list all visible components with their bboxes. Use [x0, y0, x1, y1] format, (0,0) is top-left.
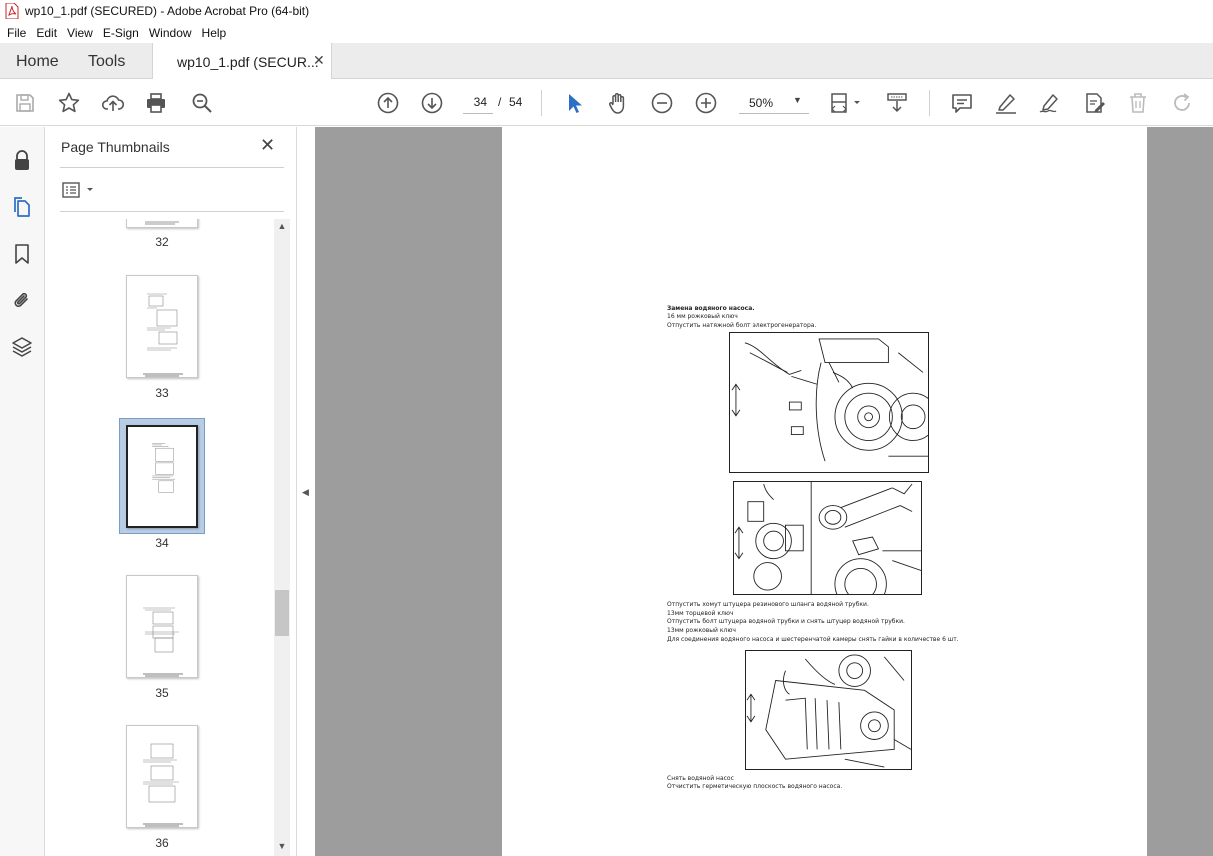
figure-water-pump-nuts — [745, 650, 912, 770]
page-number-input[interactable]: 34 — [463, 90, 493, 114]
tab-bar: Home Tools wp10_1.pdf (SECUR... ✕ — [0, 43, 1213, 79]
lock-icon[interactable] — [11, 149, 33, 171]
thumbnail-label: 34 — [155, 536, 169, 550]
sign-pen-icon[interactable] — [1038, 91, 1062, 115]
pdf-file-icon — [5, 3, 19, 19]
doc-text-line: Отпустить болт штуцера водяной трубки и … — [667, 618, 905, 625]
layers-icon[interactable] — [11, 336, 33, 358]
page-separator: / — [498, 95, 502, 109]
edit-document-icon[interactable] — [1082, 91, 1106, 115]
rotate-redo-icon[interactable] — [1170, 91, 1194, 115]
scrollbar-thumb[interactable] — [275, 590, 289, 636]
upload-cloud-icon[interactable] — [101, 91, 125, 115]
panel-splitter[interactable]: ◀ — [296, 127, 315, 856]
toolbar-divider — [541, 90, 542, 116]
page-fit-icon[interactable] — [829, 91, 863, 115]
delete-trash-icon[interactable] — [1126, 91, 1150, 115]
menu-window[interactable]: Window — [144, 26, 197, 40]
thumbnail-page-32[interactable] — [126, 219, 198, 228]
title-bar: wp10_1.pdf (SECURED) - Adobe Acrobat Pro… — [0, 0, 1213, 22]
menu-help[interactable]: Help — [197, 26, 232, 40]
attachment-icon[interactable] — [11, 289, 33, 311]
scroll-up-icon[interactable]: ▲ — [275, 221, 289, 235]
highlight-pen-icon[interactable] — [994, 91, 1018, 115]
star-icon[interactable] — [57, 91, 81, 115]
menu-bar: File Edit View E-Sign Window Help — [0, 22, 1213, 43]
panel-title: Page Thumbnails — [61, 139, 170, 155]
thumbnail-options-icon[interactable] — [62, 181, 96, 199]
menu-view[interactable]: View — [62, 26, 98, 40]
doc-text-line: 13мм торцевой ключ — [667, 610, 734, 617]
thumbnail-label: 36 — [155, 836, 169, 850]
menu-file[interactable]: File — [2, 26, 31, 40]
comment-icon[interactable] — [950, 91, 974, 115]
divider — [60, 167, 284, 168]
toolbar-divider — [929, 90, 930, 116]
doc-heading: Замена водяного насоса. — [667, 305, 755, 312]
zoom-out-icon[interactable] — [650, 91, 674, 115]
save-icon[interactable] — [13, 91, 37, 115]
bookmark-icon[interactable] — [11, 243, 33, 265]
menu-edit[interactable]: Edit — [31, 26, 62, 40]
zoom-dropdown[interactable]: 50% ▼ — [739, 90, 809, 114]
collapse-panel-icon[interactable]: ◀ — [302, 487, 309, 498]
chevron-down-icon: ▼ — [793, 95, 802, 105]
tab-tools[interactable]: Tools — [88, 53, 125, 71]
window-title: wp10_1.pdf (SECURED) - Adobe Acrobat Pro… — [25, 4, 310, 18]
thumbnail-label: 32 — [155, 235, 169, 249]
thumbnail-scrollbar[interactable] — [274, 219, 290, 856]
doc-text-line: 16 мм рожковый ключ — [667, 313, 738, 320]
close-panel-icon[interactable]: ✕ — [260, 135, 275, 156]
previous-page-icon[interactable] — [376, 91, 400, 115]
close-tab-icon[interactable]: ✕ — [313, 52, 325, 69]
thumbnail-list: 32 33 34 35 36 — [46, 219, 274, 856]
tab-home[interactable]: Home — [16, 53, 59, 71]
zoom-in-icon[interactable] — [694, 91, 718, 115]
toolbar: 34 / 54 50% ▼ — [0, 80, 1213, 126]
scrolling-mode-icon[interactable] — [885, 91, 909, 115]
page-thumbnails-icon[interactable] — [11, 196, 33, 218]
thumbnail-page-33[interactable] — [126, 275, 198, 378]
doc-text-line: Отпустить натяжной болт электрогенератор… — [667, 322, 817, 329]
divider — [60, 211, 284, 212]
thumbnail-label: 33 — [155, 386, 169, 400]
document-view[interactable]: Замена водяного насоса. 16 мм рожковый к… — [315, 127, 1213, 856]
select-cursor-icon[interactable] — [563, 91, 587, 115]
next-page-icon[interactable] — [420, 91, 444, 115]
page-total: 54 — [509, 95, 523, 109]
zoom-search-icon[interactable] — [190, 91, 214, 115]
doc-text-line: Отпустить хомут штуцера резинового шланг… — [667, 601, 869, 608]
hand-tool-icon[interactable] — [606, 91, 630, 115]
tab-document[interactable]: wp10_1.pdf (SECUR... ✕ — [152, 43, 332, 79]
doc-text-line: 13мм рожковый ключ — [667, 627, 736, 634]
figure-water-tube — [733, 481, 922, 595]
thumbnail-page-34[interactable] — [126, 425, 198, 528]
navigation-rail — [0, 127, 45, 856]
doc-text-line: Снять водяной насос — [667, 775, 734, 782]
print-icon[interactable] — [144, 91, 168, 115]
thumbnail-page-36[interactable] — [126, 725, 198, 828]
figure-generator-bolt — [729, 332, 929, 473]
doc-text-line: Для соединения водяного насоса и шестере… — [667, 636, 959, 643]
document-tab-label: wp10_1.pdf (SECUR... — [177, 54, 319, 70]
thumbnail-label: 35 — [155, 686, 169, 700]
zoom-value: 50% — [749, 96, 774, 110]
thumbnail-page-35[interactable] — [126, 575, 198, 678]
menu-esign[interactable]: E-Sign — [98, 26, 144, 40]
scroll-down-icon[interactable]: ▼ — [275, 841, 289, 855]
page-thumbnails-panel: Page Thumbnails ✕ 32 33 34 35 36 ▲ ▼ — [46, 127, 296, 856]
doc-text-line: Отчистить герметическую плоскость водяно… — [667, 783, 843, 790]
pdf-page: Замена водяного насоса. 16 мм рожковый к… — [502, 127, 1147, 856]
